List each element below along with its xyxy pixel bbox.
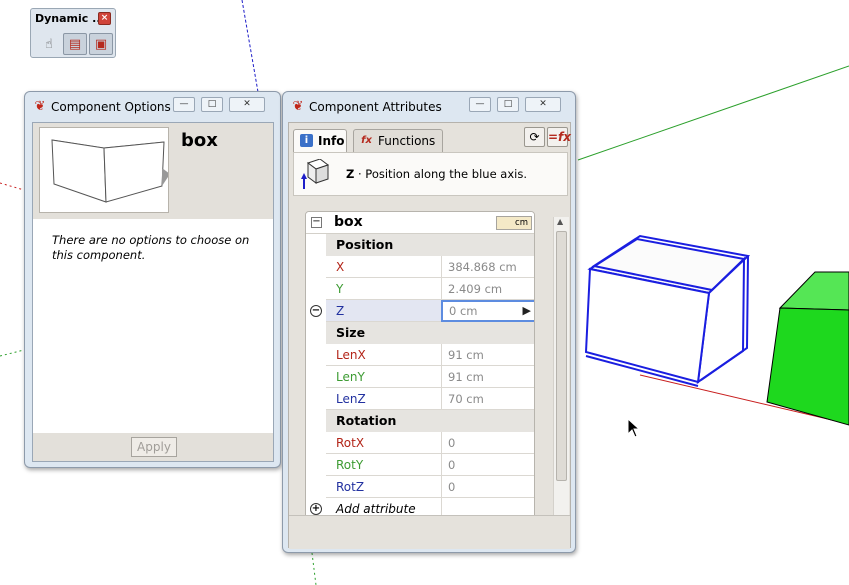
red-axis-dotted bbox=[0, 182, 25, 191]
maximize-button[interactable]: □ bbox=[201, 97, 223, 112]
toolbar-close-button[interactable]: × bbox=[98, 12, 111, 25]
toolbar-title: Dynamic ... bbox=[35, 12, 105, 25]
component-thumbnail bbox=[39, 127, 170, 213]
scrollbar-thumb[interactable] bbox=[556, 231, 567, 481]
attribute-name: RotZ bbox=[336, 480, 365, 494]
collapse-toggle[interactable]: − bbox=[311, 217, 322, 228]
sketchup-logo-icon: ❦ bbox=[292, 99, 304, 114]
collapse-circle-icon[interactable]: − bbox=[310, 305, 322, 317]
component-attributes-icon[interactable]: ▣ bbox=[89, 33, 113, 55]
dynamic-components-toolbar: Dynamic ... × ☝ ▤ ▣ bbox=[30, 8, 116, 58]
function-icon: fx bbox=[361, 135, 372, 146]
attribute-name: LenZ bbox=[336, 392, 366, 406]
green-axis-line bbox=[577, 65, 849, 161]
attribute-value[interactable]: 91 cm bbox=[441, 344, 534, 366]
attribute-name: RotX bbox=[336, 436, 365, 450]
options-footer: Apply bbox=[33, 433, 273, 461]
attribute-name: LenY bbox=[336, 370, 365, 384]
interact-hand-icon[interactable]: ☝ bbox=[37, 33, 61, 55]
refresh-button[interactable]: ⟳ bbox=[524, 127, 545, 147]
tab-functions[interactable]: fx Functions bbox=[353, 129, 443, 152]
maximize-button[interactable]: □ bbox=[497, 97, 519, 112]
green-axis-dotted bbox=[0, 349, 25, 357]
vertical-scrollbar[interactable]: ▲ ▼ bbox=[553, 217, 569, 547]
window-title: Component Attributes bbox=[309, 100, 442, 114]
green-axis-tail bbox=[311, 552, 317, 585]
attribute-row-x[interactable]: X 384.868 cm bbox=[306, 256, 534, 278]
component-options-window: ❦ Component Options — □ ✕ box There are … bbox=[24, 91, 281, 468]
no-options-message: There are no options to choose on this c… bbox=[52, 233, 250, 262]
mouse-cursor-icon bbox=[627, 418, 641, 438]
close-button[interactable]: ✕ bbox=[229, 97, 265, 112]
attribute-row-lenx[interactable]: LenX 91 cm bbox=[306, 344, 534, 366]
attribute-name: Z bbox=[336, 304, 345, 318]
selected-box bbox=[584, 234, 751, 387]
attribute-value[interactable]: 70 cm bbox=[441, 388, 534, 410]
component-header: box bbox=[33, 123, 273, 219]
attribute-row-rotx[interactable]: RotX 0 bbox=[306, 432, 534, 454]
attributes-footer bbox=[289, 515, 570, 549]
component-name: box bbox=[181, 130, 218, 151]
component-root-row: − box cm bbox=[306, 212, 534, 234]
section-header-size: Size bbox=[306, 322, 534, 344]
attribute-value[interactable]: 0 bbox=[441, 476, 534, 498]
minimize-button[interactable]: — bbox=[469, 97, 491, 112]
attributes-grid: − box cm Position X 384.868 cm Y 2.409 c… bbox=[305, 211, 535, 533]
attribute-row-roty[interactable]: RotY 0 bbox=[306, 454, 534, 476]
attribute-name: X bbox=[336, 260, 345, 274]
add-attribute-label[interactable]: Add attribute bbox=[336, 502, 416, 516]
sketchup-workspace: Dynamic ... × ☝ ▤ ▣ ❦ Component Options … bbox=[0, 0, 849, 585]
green-box bbox=[766, 271, 849, 426]
attributes-body: i Info fx Functions ⟳ =fx Z · Position a… bbox=[288, 122, 571, 549]
tab-info[interactable]: i Info bbox=[293, 129, 347, 152]
attribute-description: Z · Position along the blue axis. bbox=[346, 167, 528, 181]
attribute-row-z[interactable]: − Z 0 cm ▶ bbox=[306, 300, 534, 322]
add-circle-icon[interactable]: + bbox=[310, 503, 322, 515]
attribute-row-leny[interactable]: LenY 91 cm bbox=[306, 366, 534, 388]
details-arrow-icon[interactable]: ▶ bbox=[523, 304, 531, 317]
apply-button[interactable]: Apply bbox=[131, 437, 177, 457]
attribute-value-input[interactable]: 0 cm ▶ bbox=[441, 300, 534, 322]
cube-axis-icon bbox=[301, 159, 330, 189]
options-body: box There are no options to choose on th… bbox=[32, 122, 274, 462]
attribute-value[interactable]: 384.868 cm bbox=[441, 256, 534, 278]
attribute-row-lenz[interactable]: LenZ 70 cm bbox=[306, 388, 534, 410]
attribute-value[interactable]: 0 bbox=[441, 432, 534, 454]
attribute-value[interactable]: 91 cm bbox=[441, 366, 534, 388]
close-button[interactable]: ✕ bbox=[525, 97, 561, 112]
attribute-value[interactable]: 0 bbox=[441, 454, 534, 476]
sketchup-logo-icon: ❦ bbox=[34, 99, 46, 114]
component-attributes-window: ❦ Component Attributes — □ ✕ i Info fx F… bbox=[282, 91, 576, 553]
units-ruler[interactable]: cm bbox=[496, 216, 532, 230]
scroll-up-arrow-icon[interactable]: ▲ bbox=[557, 217, 563, 226]
section-header-rotation: Rotation bbox=[306, 410, 534, 432]
minimize-button[interactable]: — bbox=[173, 97, 195, 112]
window-title: Component Options bbox=[51, 100, 171, 114]
attribute-value[interactable]: 2.409 cm bbox=[441, 278, 534, 300]
component-name: box bbox=[334, 214, 363, 230]
attribute-row-rotz[interactable]: RotZ 0 bbox=[306, 476, 534, 498]
attribute-name: LenX bbox=[336, 348, 366, 362]
attribute-row-y[interactable]: Y 2.409 cm bbox=[306, 278, 534, 300]
component-options-icon[interactable]: ▤ bbox=[63, 33, 87, 55]
attribute-name: RotY bbox=[336, 458, 364, 472]
tab-label: Info bbox=[318, 134, 345, 148]
blue-axis-line bbox=[241, 0, 259, 93]
section-header-position: Position bbox=[306, 234, 534, 256]
tab-label: Functions bbox=[378, 134, 436, 148]
formula-view-button[interactable]: =fx bbox=[547, 127, 571, 147]
attribute-name: Y bbox=[336, 282, 344, 296]
attribute-info-panel: Z · Position along the blue axis. bbox=[293, 152, 568, 196]
info-icon: i bbox=[300, 134, 313, 147]
